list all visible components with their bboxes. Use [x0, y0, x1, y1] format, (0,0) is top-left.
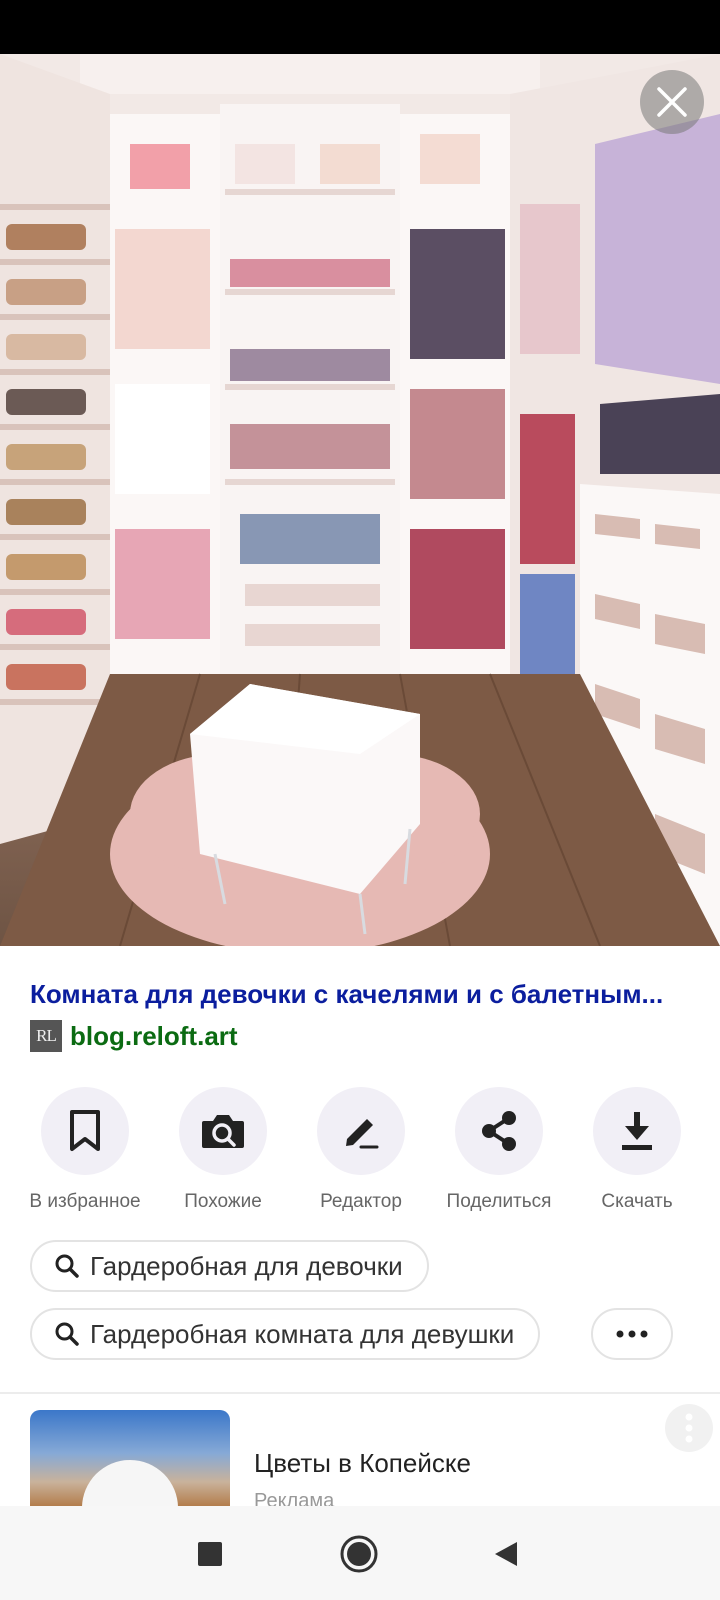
back-button[interactable]	[486, 1534, 526, 1574]
more-horizontal-icon	[616, 1330, 648, 1338]
result-title-link[interactable]: Комната для девочки с качелями и с балет…	[30, 978, 700, 1010]
download-icon	[622, 1112, 652, 1150]
action-circle[interactable]	[317, 1087, 405, 1175]
suggestion-chip[interactable]: Гардеробная для девочки	[30, 1240, 429, 1292]
ad-thumbnail-badge	[82, 1460, 178, 1506]
action-circle[interactable]	[41, 1087, 129, 1175]
home-button[interactable]	[339, 1534, 379, 1574]
action-bar: В избранное Похожие Редактор Поделиться …	[18, 1087, 704, 1213]
similar-label: Похожие	[184, 1191, 262, 1212]
share-icon	[482, 1111, 516, 1151]
bookmark-icon	[70, 1110, 100, 1151]
suggestion-text: Гардеробная для девочки	[90, 1250, 403, 1281]
walk-in-closet-photo	[0, 54, 720, 946]
more-suggestions-button[interactable]	[591, 1308, 673, 1360]
search-icon	[55, 1254, 79, 1278]
close-icon	[657, 87, 687, 117]
status-bar	[0, 0, 720, 54]
editor-button[interactable]: Редактор	[294, 1087, 428, 1213]
ad-menu-button[interactable]	[665, 1404, 713, 1452]
ad-thumbnail[interactable]	[30, 1410, 230, 1506]
action-circle[interactable]	[593, 1087, 681, 1175]
favorite-label: В избранное	[29, 1191, 141, 1212]
result-info: Комната для девочки с качелями и с балет…	[30, 978, 700, 1052]
source-row[interactable]: RL blog.reloft.art	[30, 1020, 700, 1052]
suggestion-text: Гардеробная комната для девушки	[90, 1318, 515, 1349]
download-button[interactable]: Скачать	[570, 1087, 704, 1213]
square-icon	[198, 1542, 222, 1566]
system-nav-bar	[0, 1506, 720, 1600]
share-label: Поделиться	[446, 1191, 552, 1212]
download-label: Скачать	[601, 1191, 673, 1212]
editor-label: Редактор	[320, 1191, 402, 1212]
share-button[interactable]: Поделиться	[432, 1087, 566, 1213]
action-circle[interactable]	[455, 1087, 543, 1175]
favorite-button[interactable]: В избранное	[18, 1087, 152, 1213]
divider	[0, 1392, 720, 1394]
close-button[interactable]	[640, 70, 704, 134]
suggestion-chip[interactable]: Гардеробная комната для девушки	[30, 1308, 541, 1360]
similar-button[interactable]: Похожие	[156, 1087, 290, 1213]
result-image[interactable]	[0, 54, 720, 946]
ad-title[interactable]: Цветы в Копейске	[254, 1448, 471, 1479]
search-icon	[55, 1322, 79, 1346]
circle-icon	[340, 1535, 378, 1573]
source-favicon: RL	[30, 1020, 62, 1052]
camera-search-icon	[202, 1115, 244, 1148]
source-domain-link[interactable]: blog.reloft.art	[70, 1021, 238, 1052]
triangle-back-icon	[495, 1542, 517, 1566]
pencil-icon	[346, 1119, 379, 1149]
more-vertical-icon	[685, 1413, 693, 1443]
action-circle[interactable]	[179, 1087, 267, 1175]
recents-button[interactable]	[190, 1534, 230, 1574]
